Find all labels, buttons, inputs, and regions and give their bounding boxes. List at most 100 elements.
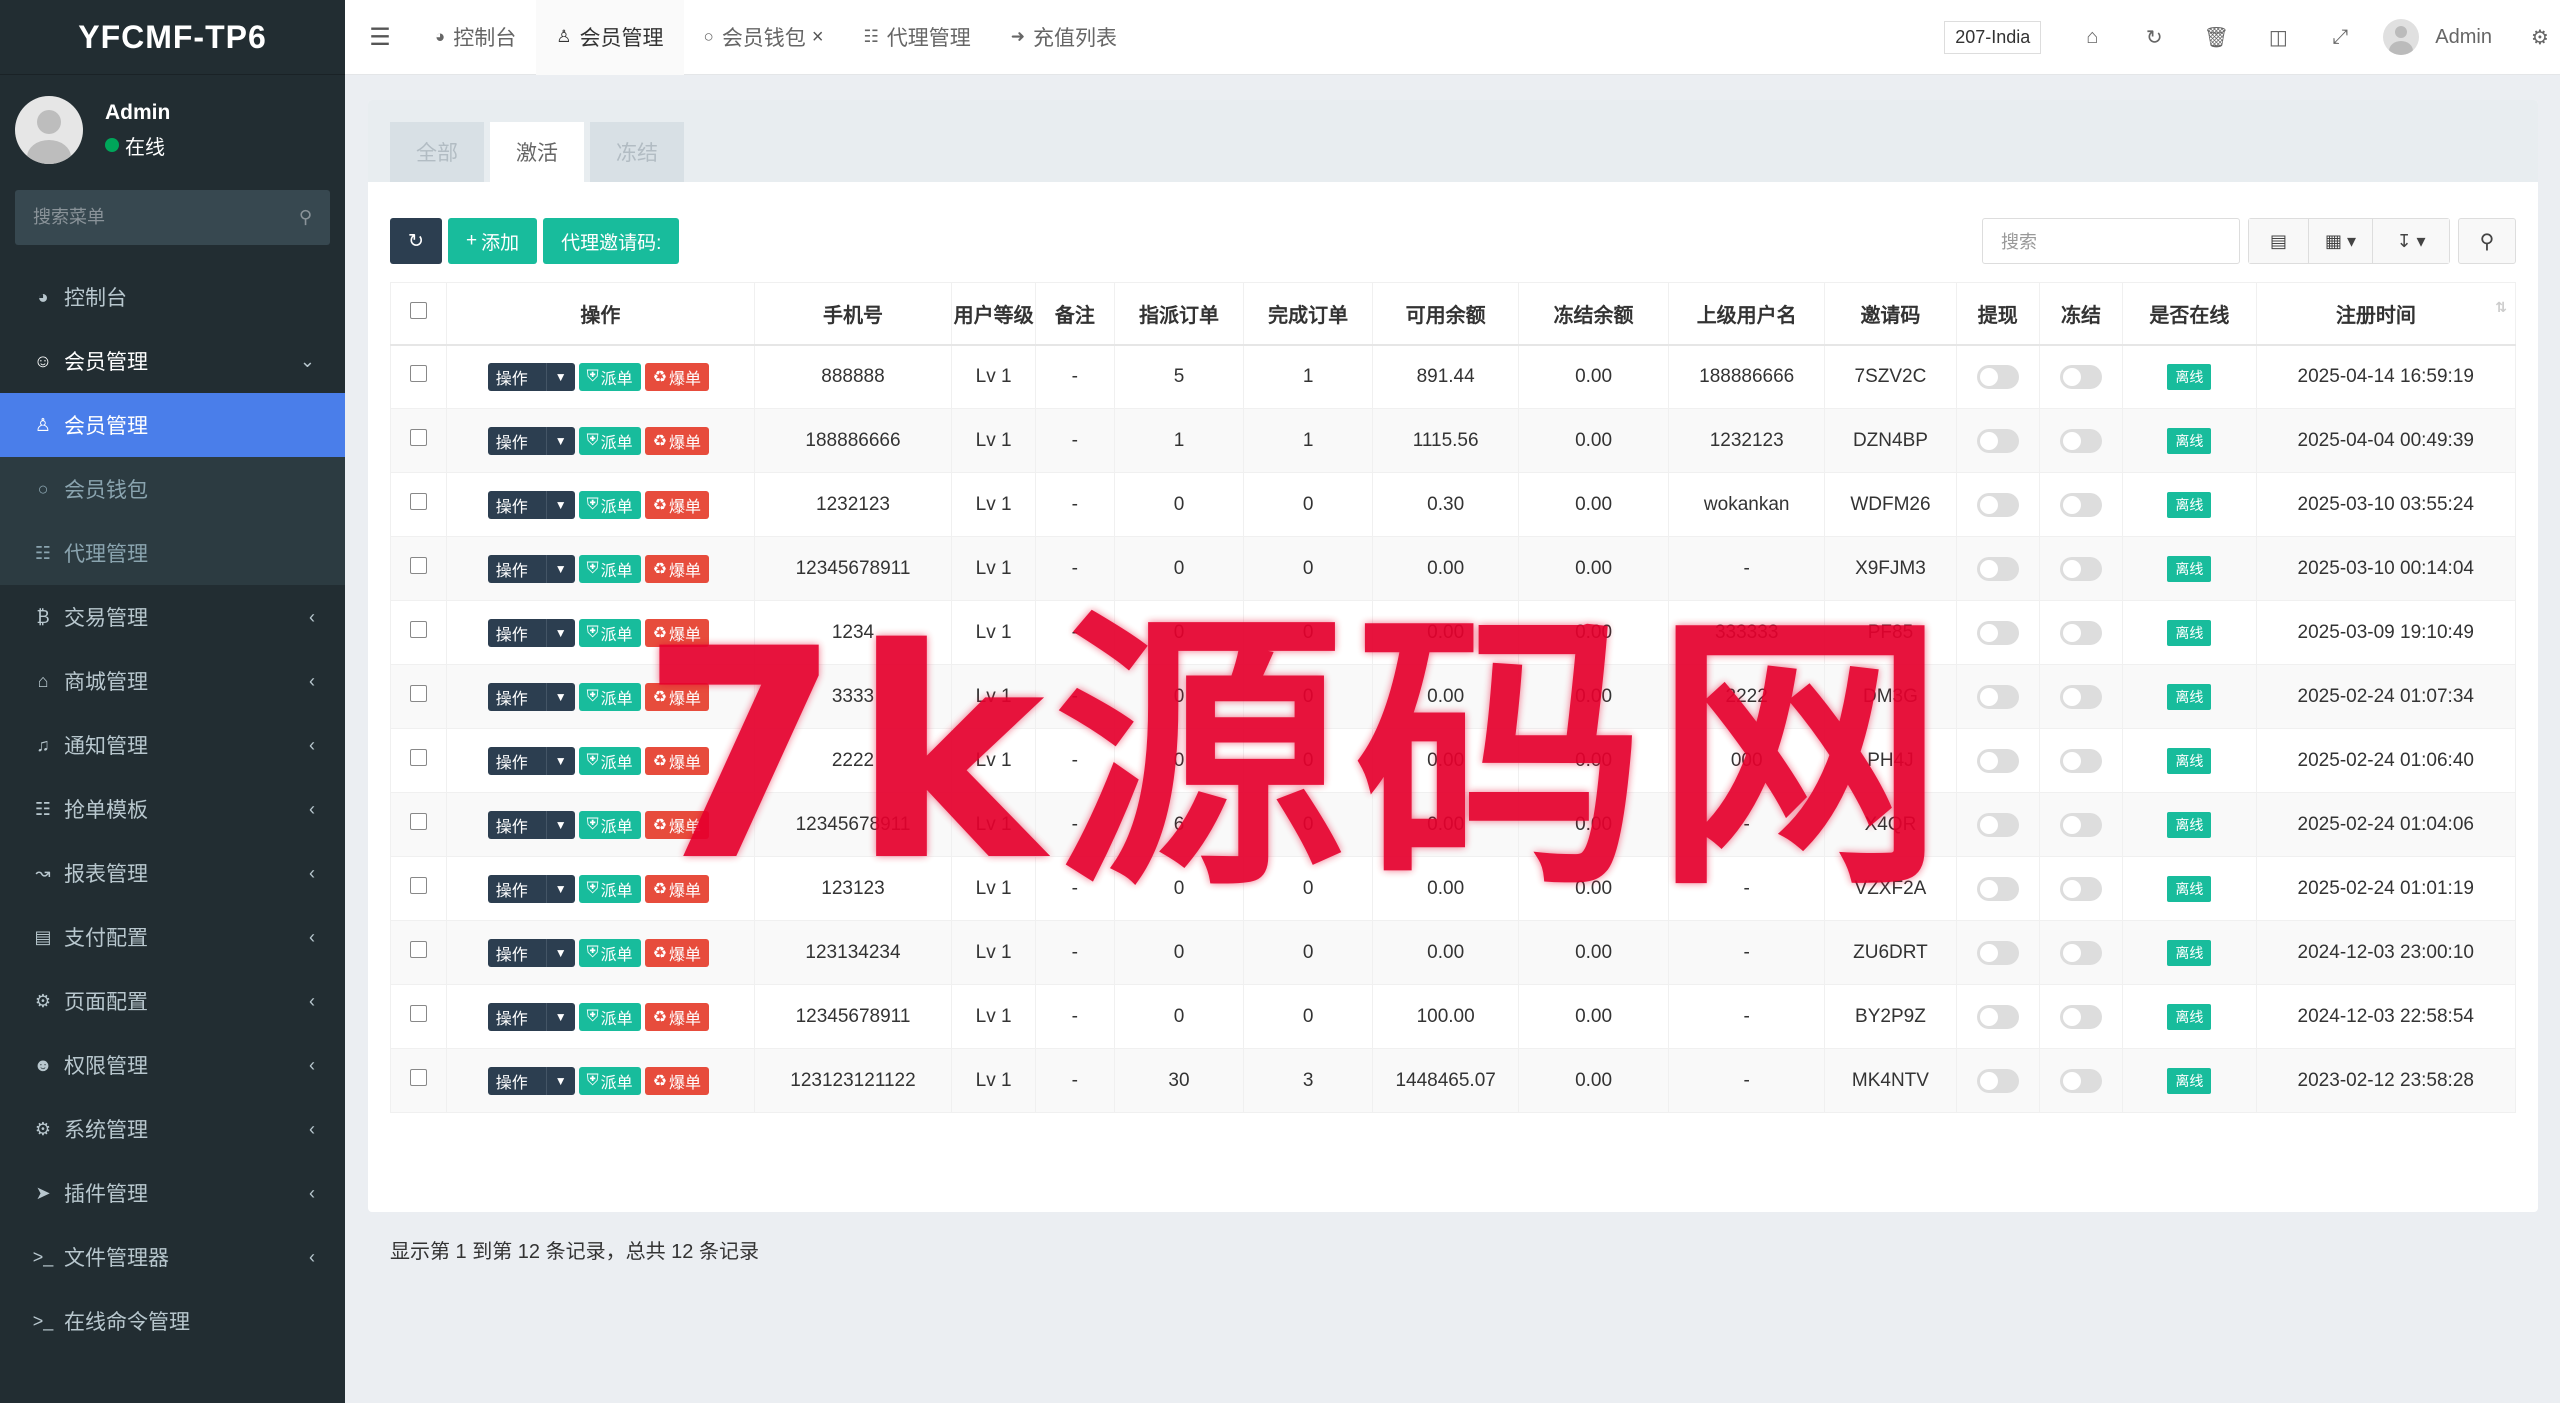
burst-button[interactable]: ♻ 爆单 [644,1066,710,1095]
freeze-toggle[interactable] [2060,1004,2103,1029]
burst-button[interactable]: ♻ 爆单 [644,810,710,839]
sidebar-item-11[interactable]: ⚙ 页面配置 ‹ [0,969,345,1033]
burst-button[interactable]: ♻ 爆单 [644,746,710,775]
column-header[interactable]: 备注 [1034,282,1115,346]
sidebar-item-7[interactable]: ♫ 通知管理 ‹ [0,713,345,777]
dispatch-button[interactable]: ⛨ 派单 [578,362,641,391]
freeze-toggle[interactable] [2060,684,2103,709]
operation-dropdown-button[interactable]: 操作 ▼ [487,490,575,519]
status-tab-2[interactable]: 冻结 [590,122,684,182]
table-search-input[interactable]: 搜索 [1982,218,2240,264]
tab-1[interactable]: ♙ 会员管理 [536,0,684,75]
freeze-toggle[interactable] [2060,620,2103,645]
app-logo[interactable]: YFCMF-TP6 [0,0,345,75]
withdraw-toggle[interactable] [1976,748,2019,773]
row-checkbox[interactable] [410,1005,428,1022]
refresh-icon[interactable]: ↻ [2123,25,2185,50]
site-select[interactable]: 207-India [1944,20,2042,54]
withdraw-toggle[interactable] [1976,812,2019,837]
burst-button[interactable]: ♻ 爆单 [644,938,710,967]
operation-dropdown-button[interactable]: 操作 ▼ [487,362,575,391]
sidebar-item-10[interactable]: ▤ 支付配置 ‹ [0,905,345,969]
sidebar-item-2[interactable]: ♙ 会员管理 [0,393,345,457]
sidebar-item-4[interactable]: ☷ 代理管理 [0,521,345,585]
nav-user[interactable]: Admin [2383,19,2492,55]
dispatch-button[interactable]: ⛨ 派单 [578,618,641,647]
operation-dropdown-button[interactable]: 操作 ▼ [487,746,575,775]
operation-dropdown-button[interactable]: 操作 ▼ [487,810,575,839]
operation-dropdown-button[interactable]: 操作 ▼ [487,426,575,455]
withdraw-toggle[interactable] [1976,492,2019,517]
dispatch-button[interactable]: ⛨ 派单 [578,810,641,839]
burst-button[interactable]: ♻ 爆单 [644,874,710,903]
burst-button[interactable]: ♻ 爆单 [644,618,710,647]
sidebar-item-3[interactable]: ○ 会员钱包 [0,457,345,521]
status-tab-0[interactable]: 全部 [390,122,484,182]
sidebar-item-14[interactable]: ➤ 插件管理 ‹ [0,1161,345,1225]
refresh-button[interactable]: ↻ [390,218,442,264]
column-header[interactable]: 是否在线 [2122,282,2257,346]
column-header[interactable]: 可用余额 [1372,282,1520,346]
dispatch-button[interactable]: ⛨ 派单 [578,1002,641,1031]
tab-3[interactable]: ☷ 代理管理 [844,0,991,75]
freeze-toggle[interactable] [2060,428,2103,453]
freeze-toggle[interactable] [2060,492,2103,517]
toggle-view-icon[interactable]: ▤ [2249,219,2309,263]
column-header[interactable]: 用户等级 [951,282,1036,346]
withdraw-toggle[interactable] [1976,620,2019,645]
dispatch-button[interactable]: ⛨ 派单 [578,426,641,455]
column-header[interactable]: 指派订单 [1113,282,1245,346]
operation-dropdown-button[interactable]: 操作 ▼ [487,554,575,583]
dispatch-button[interactable]: ⛨ 派单 [578,554,641,583]
operation-dropdown-button[interactable]: 操作 ▼ [487,874,575,903]
export-icon[interactable]: ↧ ▾ [2373,219,2449,263]
settings-gears-icon[interactable]: ⚙ [2520,25,2560,50]
sidebar-item-9[interactable]: ↝ 报表管理 ‹ [0,841,345,905]
column-header[interactable]: 操作 [446,282,755,346]
burst-button[interactable]: ♻ 爆单 [644,682,710,711]
burst-button[interactable]: ♻ 爆单 [644,490,710,519]
withdraw-toggle[interactable] [1976,684,2019,709]
freeze-toggle[interactable] [2060,876,2103,901]
burst-button[interactable]: ♻ 爆单 [644,554,710,583]
withdraw-toggle[interactable] [1976,556,2019,581]
row-checkbox[interactable] [410,685,428,702]
column-header[interactable]: 提现 [1955,282,2040,346]
sidebar-item-12[interactable]: ☻ 权限管理 ‹ [0,1033,345,1097]
row-checkbox[interactable] [410,877,428,894]
menu-toggle-icon[interactable]: ☰ [345,23,415,52]
translate-icon[interactable]: ◫ [2247,25,2309,50]
column-header[interactable]: 冻结 [2038,282,2124,346]
dispatch-button[interactable]: ⛨ 派单 [578,490,641,519]
search-icon[interactable]: ⚲ [299,207,312,228]
sidebar-item-8[interactable]: ☷ 抢单模板 ‹ [0,777,345,841]
tab-2[interactable]: ○ 会员钱包 × [684,0,844,75]
row-checkbox[interactable] [410,493,428,510]
sidebar-item-13[interactable]: ⚙ 系统管理 ‹ [0,1097,345,1161]
operation-dropdown-button[interactable]: 操作 ▼ [487,618,575,647]
freeze-toggle[interactable] [2060,556,2103,581]
tab-4[interactable]: ➜ 充值列表 [991,0,1137,75]
freeze-toggle[interactable] [2060,940,2103,965]
row-checkbox[interactable] [410,941,428,958]
sidebar-item-0[interactable]: ◕ 控制台 [0,265,345,329]
dispatch-button[interactable]: ⛨ 派单 [578,938,641,967]
column-header[interactable]: 完成订单 [1243,282,1374,346]
freeze-toggle[interactable] [2060,812,2103,837]
operation-dropdown-button[interactable]: 操作 ▼ [487,938,575,967]
row-checkbox[interactable] [410,365,428,383]
sidebar-item-1[interactable]: ☺ 会员管理 ⌄ [0,329,345,393]
operation-dropdown-button[interactable]: 操作 ▼ [487,1002,575,1031]
search-button[interactable]: ⚲ [2458,218,2516,264]
dispatch-button[interactable]: ⛨ 派单 [578,746,641,775]
withdraw-toggle[interactable] [1976,364,2019,389]
freeze-toggle[interactable] [2060,1068,2103,1093]
sidebar-search-input[interactable] [33,207,263,228]
add-button[interactable]: + 添加 [448,218,538,264]
row-checkbox[interactable] [410,557,428,574]
column-header[interactable]: 注册时间 ⇅ [2255,282,2517,346]
burst-button[interactable]: ♻ 爆单 [644,1002,710,1031]
withdraw-toggle[interactable] [1976,428,2019,453]
close-icon[interactable]: × [812,26,824,49]
fullscreen-icon[interactable]: ⤢ [2309,26,2371,49]
